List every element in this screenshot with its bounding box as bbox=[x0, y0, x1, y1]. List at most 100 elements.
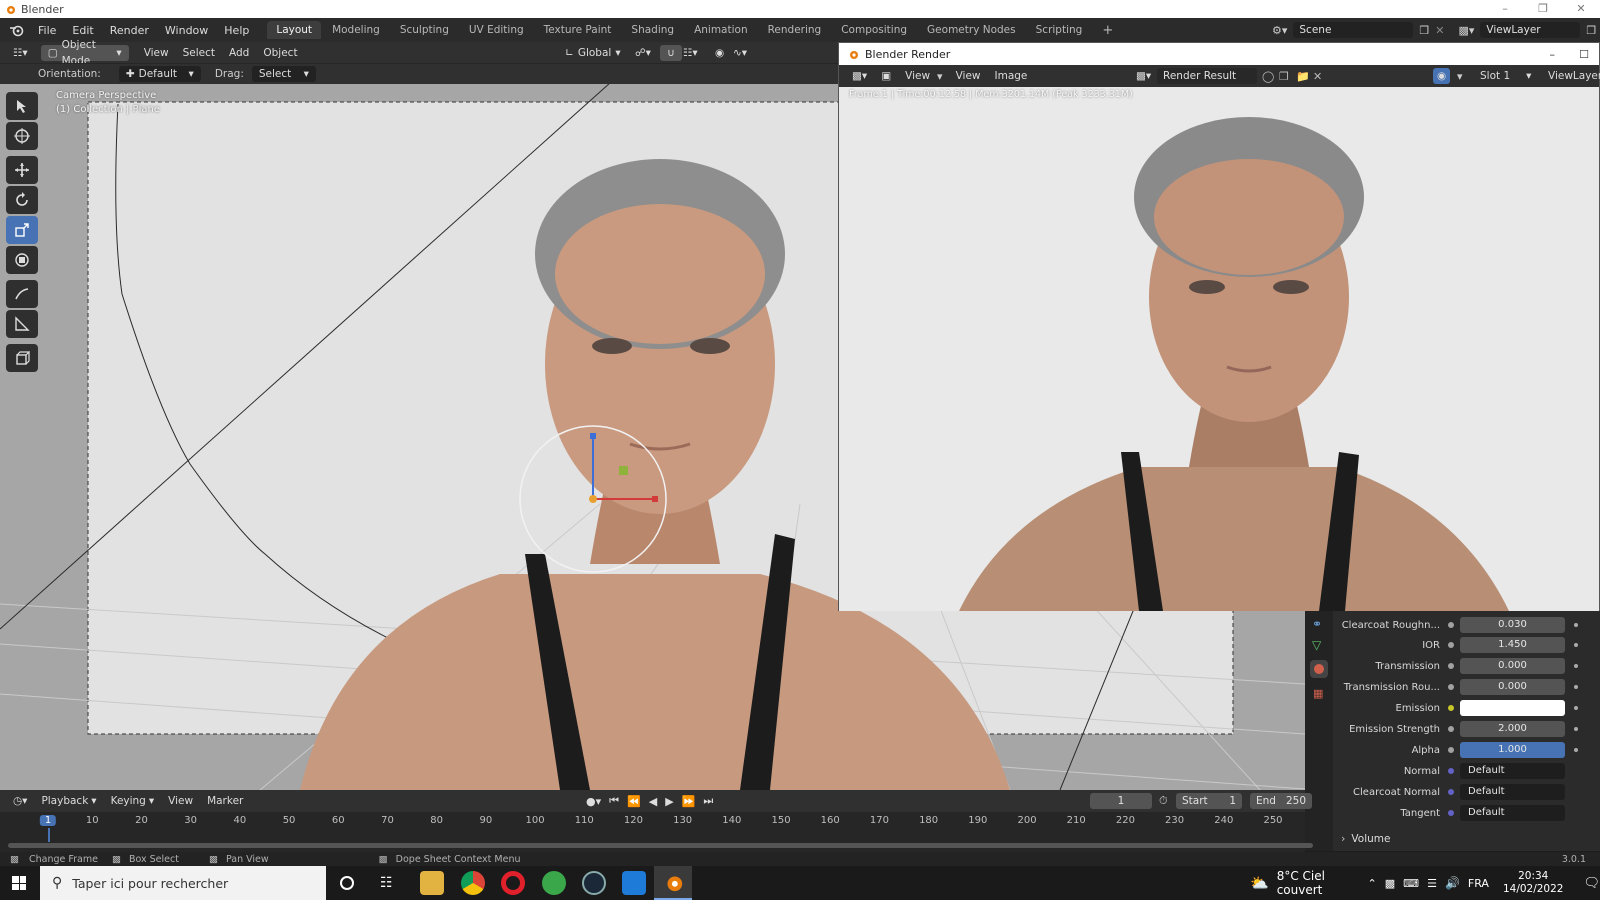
ior-field[interactable]: 1.450 bbox=[1460, 637, 1565, 653]
clearcoat-roughness-field[interactable]: 0.030 bbox=[1460, 617, 1565, 633]
current-frame-field[interactable]: 1 bbox=[1090, 793, 1152, 809]
play-reverse-icon[interactable]: ◀ bbox=[649, 795, 657, 808]
tab-texture-paint[interactable]: Texture Paint bbox=[535, 21, 621, 39]
language-indicator[interactable]: FRA bbox=[1468, 877, 1489, 890]
opera-app-icon[interactable] bbox=[501, 871, 525, 895]
clock[interactable]: 20:34 14/02/2022 bbox=[1503, 870, 1564, 896]
next-keyframe-icon[interactable]: ⏩ bbox=[682, 795, 696, 808]
chrome-app-icon[interactable] bbox=[461, 871, 485, 895]
new-image-icon[interactable]: ❐ bbox=[1279, 70, 1289, 83]
cortana-icon[interactable] bbox=[340, 876, 354, 890]
cursor-tool-icon[interactable] bbox=[6, 122, 38, 150]
select-box-tool-icon[interactable] bbox=[6, 92, 38, 120]
volume-panel-header[interactable]: › Volume bbox=[1341, 832, 1390, 845]
blender-app-active[interactable] bbox=[654, 866, 692, 900]
move-tool-icon[interactable] bbox=[6, 156, 38, 184]
timeline-menu-marker[interactable]: Marker bbox=[200, 793, 250, 809]
timeline[interactable]: 1 10 20 30 40 50 60 70 80 90 100 110 120 130 140 150 160… bbox=[0, 812, 1313, 852]
timeline-scrollbar[interactable] bbox=[8, 843, 1313, 848]
tab-scripting[interactable]: Scripting bbox=[1027, 21, 1092, 39]
viewlayer-icon[interactable]: ▩▾ bbox=[1458, 24, 1474, 37]
weather-icon[interactable]: ⛅ bbox=[1250, 874, 1269, 892]
scene-selector[interactable]: Scene bbox=[1293, 22, 1414, 38]
add-workspace-button[interactable]: + bbox=[1093, 20, 1122, 41]
render-result-selector[interactable]: Render Result bbox=[1157, 68, 1257, 84]
close-window-button[interactable]: ✕ bbox=[1562, 0, 1600, 18]
minimize-button[interactable]: – bbox=[1486, 0, 1524, 18]
restore-button[interactable]: ❐ bbox=[1524, 0, 1562, 18]
transmission-field[interactable]: 0.000 bbox=[1460, 658, 1565, 674]
notifications-icon[interactable]: 🗨 bbox=[1583, 876, 1600, 891]
tab-sculpting[interactable]: Sculpting bbox=[391, 21, 458, 39]
tab-animation[interactable]: Animation bbox=[685, 21, 757, 39]
fake-user-icon[interactable]: ◯ bbox=[1262, 70, 1274, 83]
add-cube-tool-icon[interactable] bbox=[6, 344, 38, 372]
transform-orientation-selector[interactable]: ∟ Global ▾ bbox=[558, 45, 628, 61]
normal-field[interactable]: Default bbox=[1460, 763, 1565, 779]
clearcoat-normal-field[interactable]: Default bbox=[1460, 784, 1565, 800]
mode-selector[interactable]: ▢ Object Mode ▾ bbox=[40, 39, 129, 67]
unlink-image-icon[interactable]: ✕ bbox=[1313, 70, 1322, 83]
weather-text[interactable]: 8°C Ciel couvert bbox=[1277, 869, 1352, 897]
jump-end-icon[interactable]: ⏭ bbox=[703, 794, 713, 808]
auto-keying-icon[interactable]: ●▾ bbox=[586, 795, 601, 808]
new-viewlayer-icon[interactable]: ❐ bbox=[1586, 24, 1596, 37]
transmission-roughness-field[interactable]: 0.000 bbox=[1460, 679, 1565, 695]
timeline-editor-type-icon[interactable]: ◷▾ bbox=[6, 793, 34, 809]
blender-menu-icon[interactable] bbox=[8, 23, 26, 37]
timeline-menu-keying[interactable]: Keying ▾ bbox=[104, 793, 162, 809]
task-view-icon[interactable]: ☷ bbox=[380, 875, 393, 891]
slot-selector[interactable]: Slot 1 ▾ bbox=[1473, 68, 1538, 84]
emission-color-swatch[interactable] bbox=[1460, 700, 1565, 716]
tab-geometry-nodes[interactable]: Geometry Nodes bbox=[918, 21, 1025, 39]
image-browse-icon[interactable]: ▩▾ bbox=[1129, 68, 1158, 84]
emission-strength-field[interactable]: 2.000 bbox=[1460, 721, 1565, 737]
tangent-field[interactable]: Default bbox=[1460, 805, 1565, 821]
scale-tool-icon[interactable] bbox=[6, 216, 38, 244]
render-viewlayer-selector[interactable]: ViewLayer bbox=[1541, 68, 1600, 84]
tab-rendering[interactable]: Rendering bbox=[759, 21, 831, 39]
keyframe-dot-icon[interactable] bbox=[1574, 727, 1578, 731]
play-icon[interactable]: ▶ bbox=[665, 795, 673, 808]
orientation-default-selector[interactable]: ✚ Default ▾ bbox=[118, 66, 201, 82]
image-view-mode-icon[interactable]: ▣ bbox=[874, 68, 898, 84]
pivot-icon[interactable]: ☍▾ bbox=[628, 45, 658, 61]
alpha-field[interactable]: 1.000 bbox=[1460, 742, 1565, 758]
keyframe-dot-icon[interactable] bbox=[1574, 623, 1578, 627]
menu-file[interactable]: File bbox=[30, 24, 64, 37]
menu-window[interactable]: Window bbox=[157, 24, 216, 37]
falloff-icon[interactable]: ∿▾ bbox=[726, 45, 754, 61]
data-tab-icon[interactable]: ▽ bbox=[1312, 638, 1321, 652]
rotate-tool-icon[interactable] bbox=[6, 186, 38, 214]
viewport-menu-select[interactable]: Select bbox=[176, 45, 222, 61]
photos-app-icon[interactable] bbox=[622, 871, 646, 895]
render-result-canvas[interactable]: Frame:1 | Time:00:12.58 | Mem:3201.14M (… bbox=[839, 87, 1599, 611]
timeline-menu-view[interactable]: View bbox=[161, 793, 200, 809]
taskbar-search-box[interactable]: ⚲ Taper ici pour rechercher bbox=[40, 866, 326, 900]
measure-tool-icon[interactable] bbox=[6, 310, 38, 338]
editor-type-icon[interactable]: ☷▾ bbox=[6, 45, 35, 61]
viewport-menu-add[interactable]: Add bbox=[222, 45, 256, 61]
jump-start-icon[interactable]: ⏮ bbox=[609, 794, 619, 808]
menu-render[interactable]: Render bbox=[102, 24, 157, 37]
tray-language-bar-icon[interactable]: ⌨ bbox=[1403, 877, 1419, 890]
snap-options-icon[interactable]: ☷▾ bbox=[676, 45, 705, 61]
volume-icon[interactable]: 🔊 bbox=[1445, 876, 1460, 890]
prev-keyframe-icon[interactable]: ⏪ bbox=[627, 795, 641, 808]
image-menu-view-mode[interactable]: View bbox=[898, 68, 937, 84]
playhead[interactable] bbox=[48, 828, 50, 842]
timeline-menu-playback[interactable]: Playback ▾ bbox=[34, 793, 103, 809]
start-frame-field[interactable]: Start 1 bbox=[1176, 793, 1242, 809]
viewport-menu-view[interactable]: View bbox=[137, 45, 176, 61]
keyframe-dot-icon[interactable] bbox=[1574, 706, 1578, 710]
tab-compositing[interactable]: Compositing bbox=[832, 21, 916, 39]
utorrent-app-icon[interactable] bbox=[542, 871, 566, 895]
menu-help[interactable]: Help bbox=[216, 24, 257, 37]
viewport-menu-object[interactable]: Object bbox=[256, 45, 304, 61]
tray-device-icon[interactable]: ▩ bbox=[1385, 877, 1395, 890]
remove-scene-icon[interactable]: ✕ bbox=[1435, 24, 1444, 37]
preview-range-icon[interactable]: ⏱ bbox=[1159, 794, 1168, 808]
scene-icon[interactable]: ⚙▾ bbox=[1272, 24, 1287, 37]
keyframe-dot-icon[interactable] bbox=[1574, 748, 1578, 752]
open-image-icon[interactable]: 📁 bbox=[1296, 70, 1310, 83]
